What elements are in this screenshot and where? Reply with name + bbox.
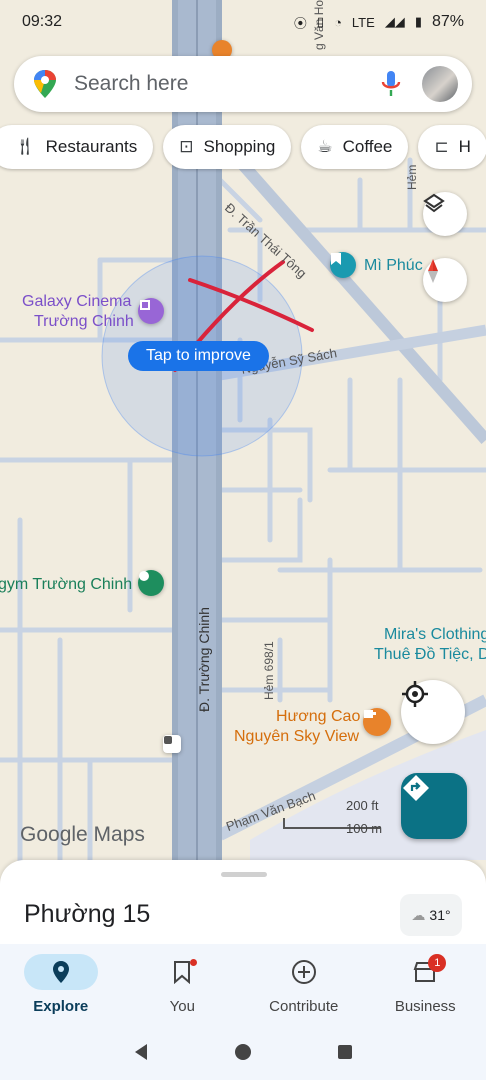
nav-label: Contribute (269, 998, 339, 1015)
notification-dot (190, 959, 198, 966)
cafe-marker-icon[interactable] (363, 708, 391, 736)
system-nav-bar (0, 1024, 486, 1080)
my-location-button[interactable] (401, 680, 465, 744)
compass-icon (428, 259, 438, 283)
signal-icon: ◢◢ (384, 14, 405, 29)
maps-pin-logo-icon (34, 70, 56, 98)
business-badge: 1 (428, 954, 447, 972)
chip-coffee[interactable]: ☕︎ Coffee (301, 125, 409, 169)
explore-pin-icon (52, 961, 69, 983)
nav-contribute[interactable]: Contribute (243, 944, 365, 1024)
nav-label: Business (394, 998, 456, 1015)
maps-screen: Galaxy Cinema Trường Chinh gym Trường Ch… (0, 0, 486, 1080)
shopping-bag-icon: ⊡ (179, 137, 194, 156)
wifi-icon: ◔ (334, 14, 342, 30)
crosshair-icon (402, 681, 428, 707)
bed-icon: ⊏ (434, 137, 449, 156)
google-maps-logo: Google Maps (20, 823, 145, 846)
back-icon[interactable] (133, 1043, 149, 1061)
bookmark-icon (174, 961, 191, 984)
nav-label: You (169, 998, 195, 1015)
place-label-miras[interactable]: Mira's Clothing (384, 626, 486, 644)
place-label-mi-phuc[interactable]: Mì Phúc (364, 257, 423, 275)
place-label-miras-line2[interactable]: Thuê Đồ Tiệc, D (374, 646, 486, 664)
bottom-nav: Explore You Contribute 1 Business (0, 944, 486, 1024)
fork-knife-icon: 🍴︎ (14, 137, 36, 156)
nav-label: Explore (33, 998, 89, 1015)
area-name: Phường 15 (24, 900, 151, 928)
bottom-sheet[interactable]: Phường 15 ☁︎ 31° (0, 860, 486, 950)
nav-business[interactable]: 1 Business (365, 944, 486, 1024)
vibrate-icon: ▯ (316, 14, 325, 29)
home-icon[interactable] (234, 1043, 252, 1061)
coffee-cup-icon: ☕︎ (317, 137, 333, 156)
location-icon: ⦿ (293, 15, 307, 31)
nav-explore[interactable]: Explore (0, 944, 122, 1024)
chip-restaurants[interactable]: 🍴︎ Restaurants (0, 125, 154, 169)
status-time: 09:32 (22, 13, 63, 30)
network-type: LTE (351, 14, 375, 30)
tap-to-improve-button[interactable]: Tap to improve (128, 341, 269, 371)
place-label-galaxy[interactable]: Galaxy Cinema (22, 293, 131, 311)
sheet-drag-handle[interactable] (221, 872, 267, 877)
chip-label: Restaurants (45, 137, 138, 156)
weather-chip[interactable]: ☁︎ 31° (400, 894, 462, 936)
category-chips: 🍴︎ Restaurants ⊡ Shopping ☕︎ Coffee ⊏ H (0, 125, 486, 169)
compass-button[interactable] (423, 258, 467, 302)
mi-phuc-marker-icon[interactable] (330, 252, 356, 278)
directions-button[interactable] (401, 773, 467, 839)
chip-shopping[interactable]: ⊡ Shopping (163, 125, 292, 169)
street-label-truong-chinh: Đ. Trường Chinh (196, 607, 212, 712)
chip-label: Shopping (203, 137, 276, 156)
add-circle-icon (291, 960, 316, 984)
battery-percent: 87% (431, 13, 464, 30)
temperature: 31° (429, 907, 451, 923)
place-label-gym[interactable]: gym Trường Chinh (0, 576, 132, 594)
layers-icon (423, 193, 445, 213)
place-label-huong-cao[interactable]: Hương Cao (276, 708, 360, 726)
cinema-marker-icon[interactable] (138, 298, 164, 324)
gym-marker-icon[interactable] (138, 570, 164, 596)
cloud-icon: ☁︎ (411, 906, 426, 923)
layers-button[interactable] (423, 192, 467, 236)
chip-label: H (458, 137, 471, 156)
chip-label: Coffee (342, 137, 393, 156)
account-avatar[interactable] (422, 66, 458, 102)
place-label-galaxy-line2[interactable]: Trường Chinh (34, 313, 134, 331)
search-input[interactable]: Search here (74, 72, 380, 96)
nav-you[interactable]: You (122, 944, 244, 1024)
search-bar[interactable]: Search here (14, 56, 472, 112)
battery-icon: ▮ (414, 14, 422, 29)
street-label-hem-698: Hẻm 698/1 (262, 641, 276, 700)
recents-icon[interactable] (337, 1044, 353, 1060)
status-bar: 09:32 ⦿ ▯ ◔ LTE ◢◢ ▮ 87% (0, 0, 486, 44)
microphone-icon[interactable] (380, 69, 402, 99)
bus-stop-icon[interactable] (163, 735, 181, 753)
chip-hotels[interactable]: ⊏ H (418, 125, 486, 169)
directions-icon (403, 775, 429, 801)
scale-m-label: 100 m (346, 821, 383, 836)
scale-ft-label: 200 ft (346, 798, 379, 813)
place-label-huong-cao-line2[interactable]: Nguyên Sky View (234, 728, 359, 746)
